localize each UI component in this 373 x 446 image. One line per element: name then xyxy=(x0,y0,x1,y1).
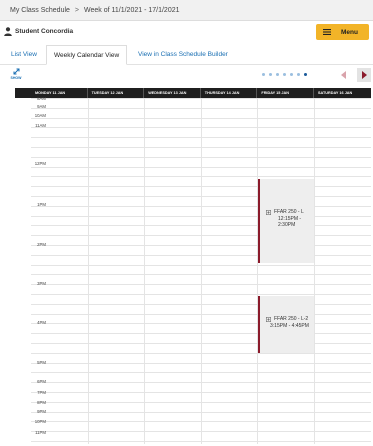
expand-event-icon xyxy=(266,316,271,322)
next-week-icon xyxy=(362,71,367,79)
column-divider xyxy=(200,98,202,444)
event-time-end: 2:30PM xyxy=(278,222,296,228)
time-label: 1PM xyxy=(37,202,46,207)
day-header-thursday: THURSDAY 14 JAN xyxy=(201,88,258,98)
event-title: FFAR 250 - L xyxy=(274,209,304,215)
expand-icon xyxy=(13,68,19,75)
time-label: 3PM xyxy=(37,281,46,286)
menu-button-label: Menu xyxy=(341,28,358,36)
user-name: Student Concordia xyxy=(15,27,74,35)
user-icon xyxy=(4,26,12,36)
user-info: Student Concordia xyxy=(4,25,73,37)
event-title: FFAR 250 - L-2 xyxy=(274,316,309,322)
expand-event-icon xyxy=(266,209,271,215)
show-toggle-label: SHOW xyxy=(10,76,22,80)
pager-dot[interactable] xyxy=(304,73,307,76)
time-label: 11AM xyxy=(35,123,46,128)
day-header-tuesday: TUESDAY 12 JAN xyxy=(88,88,145,98)
breadcrumb-root-link[interactable]: My Class Schedule xyxy=(10,7,70,14)
time-label: 12PM xyxy=(34,161,46,166)
tab-list-view[interactable]: List View xyxy=(4,45,44,65)
time-label: 8AM xyxy=(37,96,46,101)
menu-button[interactable]: Menu xyxy=(316,24,369,40)
hamburger-icon xyxy=(323,29,331,35)
calendar-header: MONDAY 11 JAN TUESDAY 12 JAN WEDNESDAY 1… xyxy=(15,88,371,98)
breadcrumb: My Class Schedule > Week of 11/1/2021 - … xyxy=(0,0,373,21)
time-label: 7PM xyxy=(37,390,46,395)
time-label: 6PM xyxy=(37,379,46,384)
pager-dot[interactable] xyxy=(262,73,265,76)
pager-dot[interactable] xyxy=(297,73,300,76)
event-ffar-250-l-2[interactable]: FFAR 250 - L-2 3:15PM - 4:45PM xyxy=(258,296,314,353)
event-ffar-250-l[interactable]: FFAR 250 - L 12:15PM - 2:30PM xyxy=(258,179,314,263)
show-toggle[interactable]: SHOW xyxy=(8,68,24,80)
time-label: 10AM xyxy=(34,113,46,118)
time-label: 4PM xyxy=(37,320,46,325)
tab-class-schedule-builder[interactable]: View in Class Schedule Builder xyxy=(131,45,235,65)
breadcrumb-current: Week of 11/1/2021 - 17/1/2021 xyxy=(84,6,180,14)
calendar-grid: FFAR 250 - L 12:15PM - 2:30PM FFAR 250 -… xyxy=(31,96,371,444)
column-divider xyxy=(144,98,146,444)
time-label: 5PM xyxy=(37,360,46,365)
column-divider xyxy=(257,98,259,444)
weekly-calendar: MONDAY 11 JAN TUESDAY 12 JAN WEDNESDAY 1… xyxy=(15,88,371,444)
previous-week-icon[interactable] xyxy=(338,69,350,81)
tab-weekly-calendar-view[interactable]: Weekly Calendar View xyxy=(46,45,128,65)
time-label: 8PM xyxy=(37,400,46,405)
time-label: 10PM xyxy=(34,419,46,424)
column-divider xyxy=(314,98,315,444)
day-header-saturday: SATURDAY 16 JAN xyxy=(317,91,353,95)
next-week-button[interactable] xyxy=(357,68,371,82)
time-label: 9AM xyxy=(37,104,46,109)
breadcrumb-separator: > xyxy=(74,6,80,14)
view-tabs: List View Weekly Calendar View View in C… xyxy=(0,45,373,65)
column-divider xyxy=(87,98,89,444)
day-header-wednesday: WEDNESDAY 13 JAN xyxy=(144,88,201,98)
pager-dot[interactable] xyxy=(276,73,279,76)
pager-dot[interactable] xyxy=(269,73,272,76)
event-time: 3:15PM - 4:45PM xyxy=(270,322,309,329)
time-label: 9PM xyxy=(37,409,46,414)
day-header-friday: FRIDAY 15 JAN xyxy=(257,88,314,98)
pager-dot[interactable] xyxy=(290,73,293,76)
pager-dots xyxy=(262,73,307,76)
pager-dot[interactable] xyxy=(283,73,286,76)
time-label: 11PM xyxy=(35,430,46,435)
calendar-header-corner xyxy=(15,88,31,98)
time-label: 2PM xyxy=(37,242,46,247)
